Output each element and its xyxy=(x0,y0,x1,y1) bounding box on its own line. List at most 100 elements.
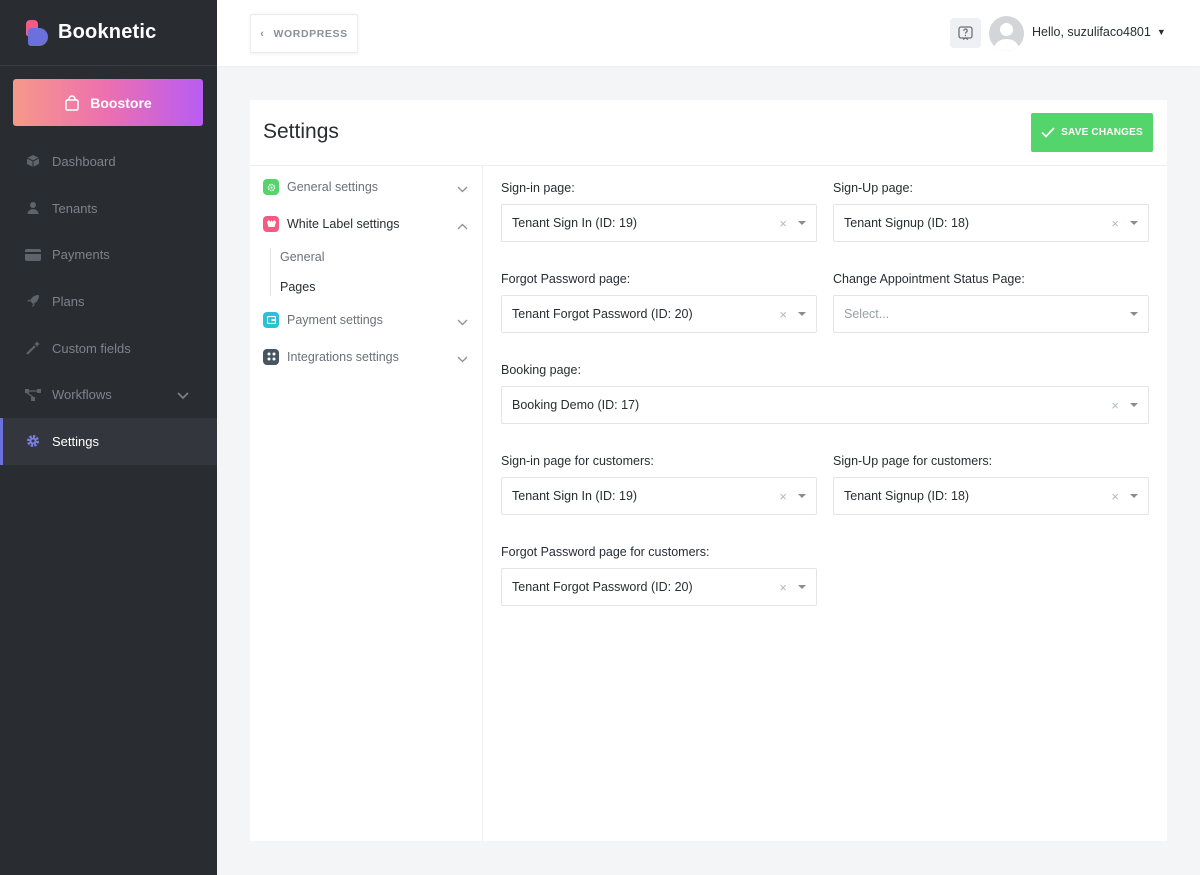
clear-icon[interactable]: × xyxy=(1111,398,1119,413)
sidebar-item-label: Tenants xyxy=(52,200,98,216)
rocket-icon xyxy=(25,293,41,309)
change-status-page-select[interactable]: Select... xyxy=(833,295,1149,333)
clear-icon[interactable]: × xyxy=(1111,216,1119,231)
chevron-down-icon xyxy=(177,388,189,403)
save-label: SAVE CHANGES xyxy=(1061,127,1143,138)
app-name: Booknetic xyxy=(58,21,157,43)
select-value: Tenant Forgot Password (ID: 20) xyxy=(512,307,693,321)
sidebar-item-label: Payments xyxy=(52,247,110,263)
settings-nav-label: White Label settings xyxy=(287,216,400,231)
caret-down-icon: ▼ xyxy=(1156,27,1166,37)
magic-wand-icon xyxy=(25,340,41,356)
signup-page-field: Sign-Up page: Tenant Signup (ID: 18) × xyxy=(833,181,1149,242)
settings-nav-label: Payment settings xyxy=(287,313,383,328)
settings-card: Settings SAVE CHANGES General settings W… xyxy=(250,100,1167,841)
field-label: Sign-Up page: xyxy=(833,181,913,195)
booking-page-select[interactable]: Booking Demo (ID: 17) × xyxy=(501,386,1149,424)
user-greeting: Hello, suzulifaco4801 xyxy=(1032,25,1151,39)
clear-icon[interactable]: × xyxy=(1111,489,1119,504)
back-to-wordpress-button[interactable]: ‹ WORDPRESS xyxy=(250,14,358,53)
sidebar-item-payments[interactable]: Payments xyxy=(0,231,217,278)
dropdown-arrow-icon xyxy=(1130,494,1138,498)
sidebar-item-workflows[interactable]: Workflows xyxy=(0,371,217,418)
forgot-customers-page-field: Forgot Password page for customers: Tena… xyxy=(501,545,817,606)
settings-nav-integrations[interactable]: Integrations settings xyxy=(250,339,482,376)
field-label: Sign-Up page for customers: xyxy=(833,454,993,468)
dropdown-arrow-icon xyxy=(798,312,806,316)
user-icon xyxy=(25,200,41,216)
dropdown-arrow-icon xyxy=(798,585,806,589)
chevron-down-icon xyxy=(457,352,468,366)
select-value: Tenant Sign In (ID: 19) xyxy=(512,216,638,230)
save-changes-button[interactable]: SAVE CHANGES xyxy=(1031,113,1153,152)
integrations-settings-icon xyxy=(263,348,279,365)
forgot-customers-page-select[interactable]: Tenant Forgot Password (ID: 20) × xyxy=(501,568,817,606)
field-label: Forgot Password page for customers: xyxy=(501,545,710,559)
signin-customers-page-field: Sign-in page for customers: Tenant Sign … xyxy=(501,454,817,515)
select-value: Booking Demo (ID: 17) xyxy=(512,398,640,412)
chevron-up-icon xyxy=(457,219,468,233)
white-label-icon xyxy=(263,215,279,232)
settings-nav-label: General settings xyxy=(287,180,379,195)
sidebar-item-dashboard[interactable]: Dashboard xyxy=(0,138,217,185)
sidebar-item-label: Custom fields xyxy=(52,340,131,356)
settings-nav-general[interactable]: General settings xyxy=(250,169,482,206)
sidebar: Booknetic Boostore Dashboard Tenants Pay… xyxy=(0,0,217,875)
sidebar-item-tenants[interactable]: Tenants xyxy=(0,185,217,232)
cube-icon xyxy=(25,153,41,169)
clear-icon[interactable]: × xyxy=(779,489,787,504)
select-value: Tenant Signup (ID: 18) xyxy=(844,216,970,230)
dropdown-arrow-icon xyxy=(1130,403,1138,407)
boostore-button[interactable]: Boostore xyxy=(13,79,203,126)
sidebar-item-settings[interactable]: Settings xyxy=(0,418,217,465)
select-value: Tenant Forgot Password (ID: 20) xyxy=(512,580,693,594)
sidebar-item-label: Dashboard xyxy=(52,153,116,169)
booking-page-field: Booking page: Booking Demo (ID: 17) × xyxy=(501,363,1149,424)
logo[interactable]: Booknetic xyxy=(0,0,217,66)
clear-icon[interactable]: × xyxy=(779,580,787,595)
signup-customers-page-select[interactable]: Tenant Signup (ID: 18) × xyxy=(833,477,1149,515)
check-icon xyxy=(1041,127,1055,138)
credit-card-icon xyxy=(25,247,41,263)
forgot-password-page-select[interactable]: Tenant Forgot Password (ID: 20) × xyxy=(501,295,817,333)
change-status-page-field: Change Appointment Status Page: Select..… xyxy=(833,272,1149,333)
chevron-down-icon xyxy=(457,315,468,329)
boostore-label: Boostore xyxy=(90,94,152,111)
help-button[interactable] xyxy=(950,18,981,48)
select-value: Tenant Signup (ID: 18) xyxy=(844,489,970,503)
sidebar-item-plans[interactable]: Plans xyxy=(0,278,217,325)
settings-nav-label: Integrations settings xyxy=(287,349,399,364)
dropdown-arrow-icon xyxy=(798,221,806,225)
field-label: Forgot Password page: xyxy=(501,272,631,286)
settings-nav-payment[interactable]: Payment settings xyxy=(250,302,482,339)
subnav-item-pages[interactable]: Pages xyxy=(270,272,482,302)
clear-icon[interactable]: × xyxy=(779,216,787,231)
sidebar-item-label: Settings xyxy=(52,433,99,449)
payment-settings-icon xyxy=(263,312,279,329)
chevron-down-icon xyxy=(457,182,468,196)
gear-icon xyxy=(25,433,41,449)
avatar[interactable] xyxy=(989,16,1024,51)
signup-page-select[interactable]: Tenant Signup (ID: 18) × xyxy=(833,204,1149,242)
back-label: WORDPRESS xyxy=(273,27,348,40)
signin-customers-page-select[interactable]: Tenant Sign In (ID: 19) × xyxy=(501,477,817,515)
card-header: Settings SAVE CHANGES xyxy=(250,100,1167,166)
field-label: Change Appointment Status Page: xyxy=(833,272,1025,286)
signin-page-select[interactable]: Tenant Sign In (ID: 19) × xyxy=(501,204,817,242)
select-value: Tenant Sign In (ID: 19) xyxy=(512,489,638,503)
help-icon xyxy=(958,25,973,40)
field-label: Sign-in page: xyxy=(501,181,575,195)
top-header: ‹ WORDPRESS Hello, suzulifaco4801 ▼ xyxy=(217,0,1200,66)
sidebar-nav: Dashboard Tenants Payments Plans Custom … xyxy=(0,138,217,465)
user-menu[interactable]: Hello, suzulifaco4801 ▼ xyxy=(1032,25,1166,39)
settings-nav-white-label[interactable]: White Label settings xyxy=(250,206,482,243)
subnav-item-general[interactable]: General xyxy=(270,242,482,272)
page-title: Settings xyxy=(263,120,339,143)
clear-icon[interactable]: × xyxy=(779,307,787,322)
dropdown-arrow-icon xyxy=(798,494,806,498)
sidebar-item-custom-fields[interactable]: Custom fields xyxy=(0,325,217,372)
sidebar-item-label: Workflows xyxy=(52,387,112,403)
signup-customers-page-field: Sign-Up page for customers: Tenant Signu… xyxy=(833,454,1149,515)
shopping-bag-icon xyxy=(65,94,80,111)
field-label: Sign-in page for customers: xyxy=(501,454,654,468)
